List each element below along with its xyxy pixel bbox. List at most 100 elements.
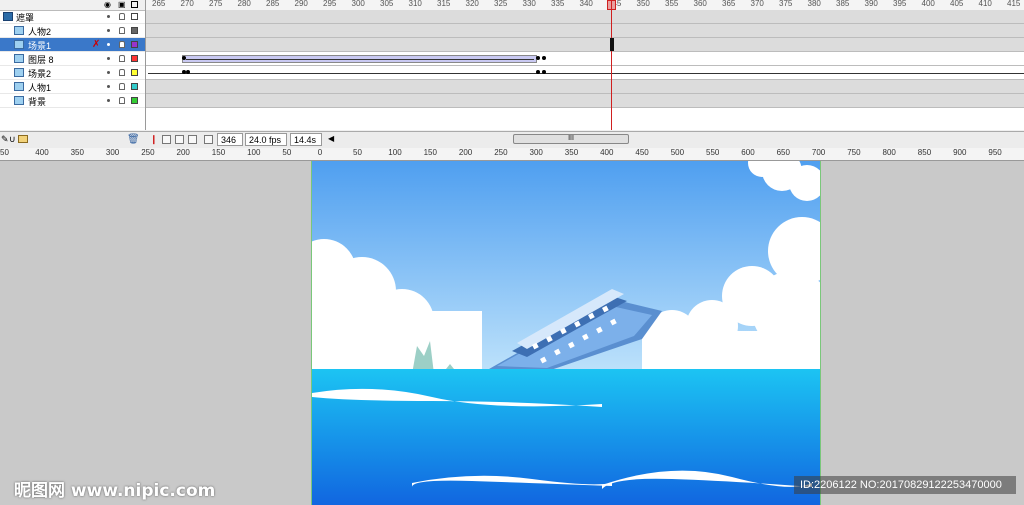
lock-icon[interactable] — [119, 13, 125, 20]
layer-name[interactable]: 场景2 — [28, 67, 51, 80]
visibility-dot-icon[interactable] — [107, 15, 110, 18]
frame-tick-label: 330 — [522, 0, 536, 8]
frame-row[interactable] — [146, 52, 1024, 66]
frame-tick-label: 295 — [323, 0, 337, 8]
watermark-id: ID:2206122 NO:20170829122253470000 — [794, 476, 1016, 494]
frame-rate-field[interactable]: 24.0 fps — [245, 133, 287, 146]
outline-color-swatch[interactable] — [131, 97, 138, 104]
layer-name[interactable]: 图层 8 — [28, 53, 54, 66]
current-keyframe-marker[interactable] — [610, 38, 614, 51]
current-frame-field: 346 — [217, 133, 243, 146]
outline-color-swatch[interactable] — [131, 41, 138, 48]
lock-icon[interactable] — [119, 97, 125, 104]
layer-name[interactable]: 场景1 — [28, 39, 51, 52]
lock-icon[interactable] — [119, 83, 125, 90]
frame-row[interactable] — [146, 80, 1024, 94]
stage-ruler-label: 650 — [776, 148, 790, 157]
frame-tick-label: 290 — [294, 0, 308, 8]
outline-color-swatch[interactable] — [131, 27, 138, 34]
visibility-dot-icon[interactable] — [107, 71, 110, 74]
layer-name[interactable]: 人物2 — [28, 25, 51, 38]
edit-multiple-frames-icon[interactable] — [188, 135, 197, 144]
frame-tick-label: 270 — [180, 0, 194, 8]
frame-tick-label: 375 — [779, 0, 793, 8]
lock-icon[interactable] — [119, 55, 125, 62]
visibility-dot-icon[interactable] — [107, 43, 110, 46]
frame-row[interactable] — [146, 38, 1024, 52]
lock-icon[interactable] — [119, 69, 125, 76]
stage-ruler-label: 0 — [317, 148, 323, 157]
add-guide-icon[interactable]: ∪ — [9, 134, 16, 145]
frame-row[interactable] — [146, 10, 1024, 24]
timeline-panel: ◉ ▣ 遮罩 人物2 场景1 ✗ 图层 8 场景2 人物1 背景 265 270 275 280 28… — [0, 0, 1024, 148]
stage-ruler-label: 100 — [388, 148, 402, 157]
layer-row[interactable]: 人物1 — [0, 80, 145, 94]
visibility-dot-icon[interactable] — [107, 57, 110, 60]
layer-name[interactable]: 背景 — [28, 95, 46, 108]
layer-row[interactable]: 场景1 ✗ — [0, 38, 145, 52]
center-frame-icon[interactable]: ❙ — [150, 134, 158, 145]
tween-arrow — [148, 73, 1024, 74]
keyframe[interactable] — [542, 70, 546, 74]
outline-color-swatch[interactable] — [131, 13, 138, 20]
frame-row[interactable] — [146, 66, 1024, 80]
keyframe[interactable] — [536, 70, 540, 74]
layer-row[interactable]: 背景 — [0, 94, 145, 108]
frame-tick-label: 355 — [665, 0, 679, 8]
visibility-dot-icon[interactable] — [107, 85, 110, 88]
keyframe[interactable] — [186, 70, 190, 74]
keyframe[interactable] — [182, 56, 186, 60]
stage-ruler-label: 150 — [423, 148, 437, 157]
stage-ruler-label: 300 — [105, 148, 120, 157]
layer-name[interactable]: 人物1 — [28, 81, 51, 94]
add-layer-icon[interactable]: ✎ — [1, 134, 9, 145]
stage-ruler-label: 800 — [882, 148, 896, 157]
outline-color-swatch[interactable] — [131, 69, 138, 76]
visibility-dot-icon[interactable] — [107, 29, 110, 32]
layer-row[interactable]: 遮罩 — [0, 10, 145, 24]
lock-all-icon[interactable]: ▣ — [118, 0, 126, 9]
lock-icon[interactable] — [119, 41, 125, 48]
stage-ruler-label: 500 — [670, 148, 685, 157]
eye-icon[interactable]: ◉ — [104, 0, 111, 9]
trash-icon[interactable]: 🗑 — [127, 134, 140, 145]
layer-name[interactable]: 遮罩 — [16, 11, 34, 24]
layer-row[interactable]: 图层 8 — [0, 52, 145, 66]
frame-row[interactable] — [146, 94, 1024, 108]
stage-ruler-label: 250 — [494, 148, 508, 157]
layer-type-icon — [14, 68, 24, 77]
stage-ruler-label: 350 — [564, 148, 579, 157]
outline-color-swatch[interactable] — [131, 55, 138, 62]
stage-canvas[interactable] — [311, 161, 821, 505]
layer-type-icon — [14, 96, 24, 105]
frame-row[interactable] — [146, 24, 1024, 38]
outline-color-swatch[interactable] — [131, 83, 138, 90]
layer-row[interactable]: 人物2 — [0, 24, 145, 38]
keyframe[interactable] — [536, 56, 540, 60]
scene-illustration — [312, 161, 820, 505]
frame-tick-label: 325 — [494, 0, 508, 8]
playhead-line[interactable] — [611, 0, 612, 130]
stage-ruler-label: 250 — [141, 148, 155, 157]
onion-outline-icon[interactable] — [175, 135, 184, 144]
frame-tick-label: 405 — [950, 0, 964, 8]
layer-row[interactable]: 场景2 — [0, 66, 145, 80]
onion-skin-icon[interactable] — [162, 135, 171, 144]
modify-markers-icon[interactable] — [204, 135, 213, 144]
stage-ruler-label: 300 — [529, 148, 543, 157]
frame-tick-label: 300 — [351, 0, 365, 8]
keyframe[interactable] — [542, 56, 546, 60]
frame-grid[interactable]: 265 270 275 280 285 290 295 300 305 310 315 320 325 3… — [146, 0, 1024, 130]
timeline-scrollbar-thumb[interactable]: III — [513, 134, 629, 144]
stage-ruler-label: 550 — [706, 148, 720, 157]
visibility-dot-icon[interactable] — [107, 99, 110, 102]
timeline-toolbar: ✎ ∪ 🗑 ❙ 346 24.0 fps 14.4s ◀ III — [0, 131, 1024, 148]
frame-tick-label: 305 — [380, 0, 394, 8]
outline-all-icon[interactable] — [131, 1, 138, 8]
add-folder-icon[interactable] — [18, 135, 28, 143]
scroll-left-icon[interactable]: ◀ — [328, 134, 334, 143]
stage-ruler-label: 450 — [635, 148, 649, 157]
stage-ruler-label: 50 — [353, 148, 362, 157]
stage-ruler-label: 700 — [811, 148, 826, 157]
lock-icon[interactable] — [119, 27, 125, 34]
